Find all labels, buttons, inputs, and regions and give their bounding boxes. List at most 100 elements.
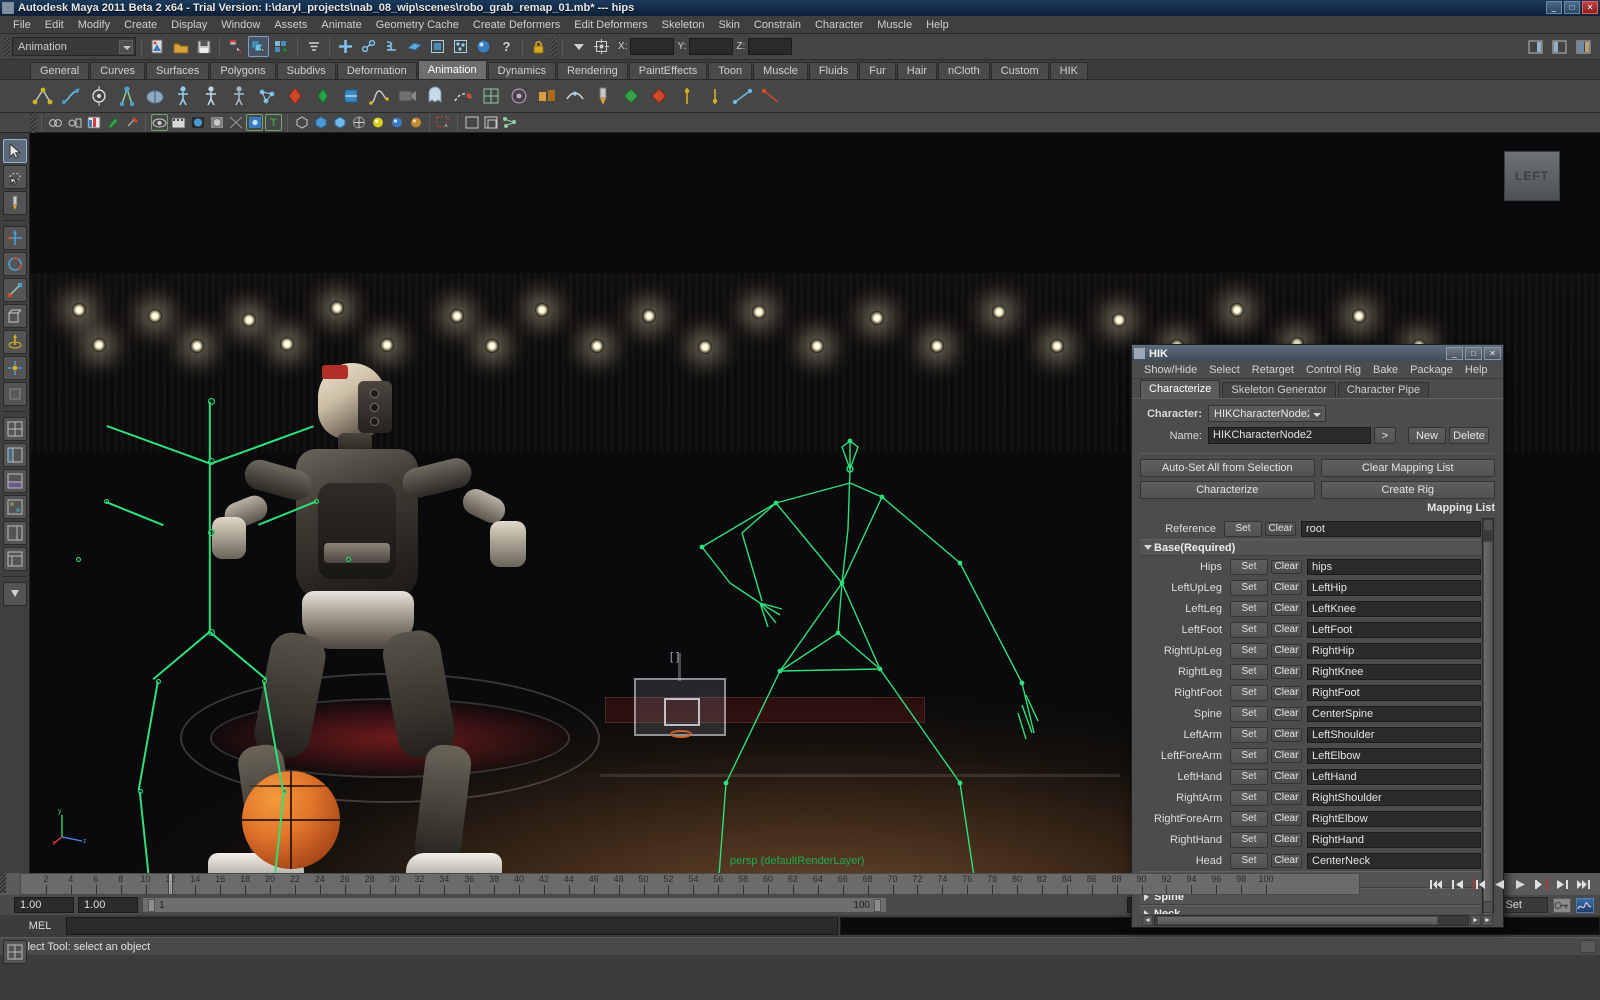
animation-preferences-icon[interactable] xyxy=(1576,897,1594,913)
shelf-skeleton-icon[interactable] xyxy=(114,84,139,109)
shelf-tab-subdivs[interactable]: Subdivs xyxy=(276,62,336,79)
hscroll-end-button[interactable]: ► xyxy=(1482,915,1493,926)
shelf-ik-spline-icon[interactable] xyxy=(58,84,83,109)
menu-item-window[interactable]: Window xyxy=(214,16,267,34)
chevron-down-icon[interactable] xyxy=(1309,408,1323,420)
target-skeleton[interactable] xyxy=(630,433,1050,873)
z-field[interactable] xyxy=(748,38,793,55)
set-button-leftleg[interactable]: Set xyxy=(1230,600,1268,617)
mapping-value-rightleg[interactable]: RightKnee xyxy=(1307,663,1481,680)
scale-tool-icon[interactable] xyxy=(3,278,27,302)
scroll-down-button[interactable] xyxy=(1483,901,1493,913)
shelf-tab-muscle[interactable]: Muscle xyxy=(753,62,808,79)
hik-minimize-button[interactable]: _ xyxy=(1446,347,1463,360)
play-forwards-icon[interactable] xyxy=(1512,876,1529,892)
clear-button-lefthand[interactable]: Clear xyxy=(1271,769,1302,784)
shelf-tab-fluids[interactable]: Fluids xyxy=(808,62,859,79)
maximize-button[interactable]: □ xyxy=(1564,1,1580,14)
text-display-icon[interactable]: T xyxy=(265,114,282,131)
lasso-tool-icon[interactable] xyxy=(3,165,27,189)
chevron-down-icon[interactable] xyxy=(119,40,133,54)
shelf-deform-cluster-icon[interactable] xyxy=(506,84,531,109)
hik-maximize-button[interactable]: □ xyxy=(1465,347,1482,360)
shelf-tab-surfaces[interactable]: Surfaces xyxy=(145,62,210,79)
mapping-value-leftleg[interactable]: LeftKnee xyxy=(1307,600,1481,617)
image-plane-icon[interactable] xyxy=(85,114,102,131)
mapping-list-scrollbar[interactable] xyxy=(1482,518,1494,914)
menu-item-help[interactable]: Help xyxy=(919,16,956,34)
select-by-hierarchy-icon[interactable] xyxy=(225,36,246,57)
show-polygons-icon[interactable] xyxy=(312,114,329,131)
shelf-tab-hair[interactable]: Hair xyxy=(896,62,937,79)
set-button-rightleg[interactable]: Set xyxy=(1230,663,1268,680)
mapping-value-leftupleg[interactable]: LeftHip xyxy=(1307,579,1481,596)
set-button-leftfoot[interactable]: Set xyxy=(1230,621,1268,638)
show-tool-settings-icon[interactable] xyxy=(1549,36,1570,57)
shelf-bind-skin-icon[interactable] xyxy=(142,84,167,109)
shelf-key-channel-icon[interactable] xyxy=(338,84,363,109)
range-start-field[interactable]: 1.00 xyxy=(78,897,138,913)
x-field[interactable] xyxy=(630,38,675,55)
command-input[interactable] xyxy=(66,917,838,935)
shelf-set-key-icon[interactable] xyxy=(282,84,307,109)
menu-set-selector[interactable]: Animation xyxy=(12,37,136,56)
show-deformers-icon[interactable] xyxy=(350,114,367,131)
mapping-value-spine[interactable]: CenterSpine xyxy=(1307,705,1481,722)
help-icon[interactable]: ? xyxy=(496,36,517,57)
range-right-handle[interactable] xyxy=(874,898,881,912)
last-tool-used-icon[interactable] xyxy=(3,382,27,406)
set-button-rightfoot[interactable]: Set xyxy=(1230,684,1268,701)
hik-menu-bake[interactable]: Bake xyxy=(1367,362,1404,379)
paint-select-tool-icon[interactable] xyxy=(3,191,27,215)
clear-button-reference[interactable]: Clear xyxy=(1265,521,1296,536)
new-scene-icon[interactable] xyxy=(147,36,168,57)
clear-button-rightforearm[interactable]: Clear xyxy=(1271,811,1302,826)
hik-close-button[interactable]: ✕ xyxy=(1484,347,1501,360)
mapping-value-rightupleg[interactable]: RightHip xyxy=(1307,642,1481,659)
panel-toolbar-grip[interactable] xyxy=(30,112,36,133)
mapping-value-leftfoot[interactable]: LeftFoot xyxy=(1307,621,1481,638)
snap-to-point-icon[interactable] xyxy=(381,36,402,57)
hik-titlebar[interactable]: HIK _ □ ✕ xyxy=(1132,345,1503,362)
paint-icon[interactable] xyxy=(104,114,121,131)
shelf-deform-lattice-icon[interactable] xyxy=(478,84,503,109)
shelf-tab-toon[interactable]: Toon xyxy=(708,62,753,79)
shelf-constraint-point-icon[interactable] xyxy=(674,84,699,109)
hik-menu-control-rig[interactable]: Control Rig xyxy=(1300,362,1367,379)
make-live-icon[interactable] xyxy=(450,36,471,57)
shelf-constraint-parent-icon[interactable] xyxy=(758,84,783,109)
menu-item-create-deformers[interactable]: Create Deformers xyxy=(466,16,567,34)
set-button-lefthand[interactable]: Set xyxy=(1230,768,1268,785)
shelf-tab-painteffects[interactable]: PaintEffects xyxy=(628,62,708,79)
hik-menu-package[interactable]: Package xyxy=(1404,362,1459,379)
minimize-button[interactable]: _ xyxy=(1546,1,1562,14)
auto-set-all-button[interactable]: Auto-Set All from Selection xyxy=(1140,459,1315,477)
clear-button-righthand[interactable]: Clear xyxy=(1271,832,1302,847)
time-cursor[interactable] xyxy=(167,874,173,894)
show-manipulator-tool-icon[interactable] xyxy=(3,356,27,380)
set-button-reference[interactable]: Set xyxy=(1224,520,1262,537)
shelf-tab-rendering[interactable]: Rendering xyxy=(556,62,628,79)
shelf-character-2-icon[interactable] xyxy=(226,84,251,109)
shelf-humanik-icon[interactable] xyxy=(170,84,195,109)
play-backwards-icon[interactable] xyxy=(1491,876,1508,892)
menu-item-assets[interactable]: Assets xyxy=(267,16,314,34)
hik-tab-skeleton-generator[interactable]: Skeleton Generator xyxy=(1222,382,1336,398)
clear-button-hips[interactable]: Clear xyxy=(1271,559,1302,574)
shelf-character-icon[interactable] xyxy=(198,84,223,109)
wireframe-shade-icon[interactable] xyxy=(208,114,225,131)
clear-button-leftarm[interactable]: Clear xyxy=(1271,727,1302,742)
move-tool-icon[interactable] xyxy=(3,226,27,250)
show-subdiv-icon[interactable] xyxy=(331,114,348,131)
shelf-tab-general[interactable]: General xyxy=(30,62,90,79)
menu-item-modify[interactable]: Modify xyxy=(71,16,117,34)
delete-character-button[interactable]: Delete xyxy=(1449,427,1489,444)
view-cube[interactable]: LEFT xyxy=(1504,151,1560,201)
select-by-object-type-icon[interactable] xyxy=(248,36,269,57)
menu-item-skin[interactable]: Skin xyxy=(711,16,746,34)
smooth-shade-icon[interactable] xyxy=(189,114,206,131)
set-button-leftforearm[interactable]: Set xyxy=(1230,747,1268,764)
layout-persp-outliner-2-icon[interactable] xyxy=(3,521,27,545)
quick-layout-bottom-icon[interactable] xyxy=(3,940,27,964)
snap-to-curve-icon[interactable] xyxy=(358,36,379,57)
